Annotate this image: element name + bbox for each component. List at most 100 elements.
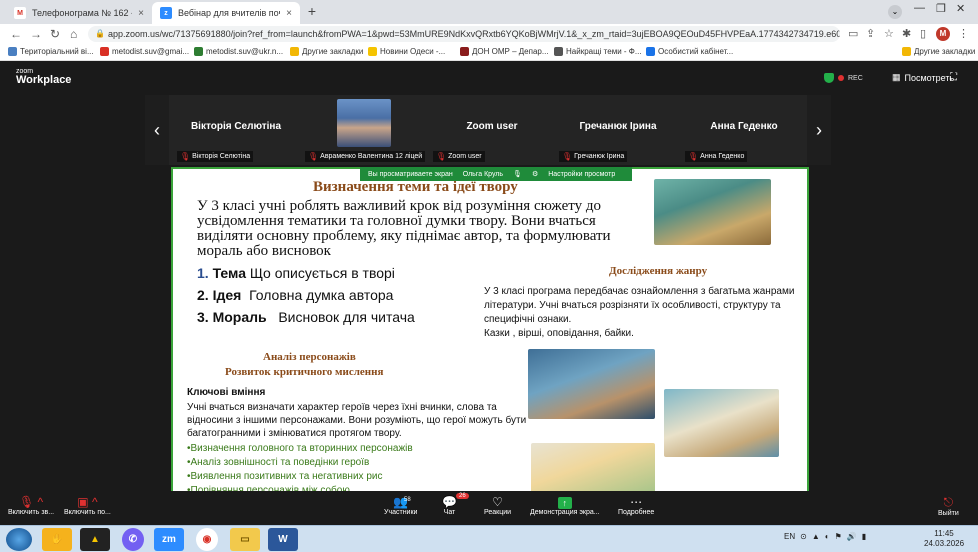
screen-share-banner: Вы просматриваете экран Ольга Круль 🎙 ⚙ … [360,167,632,181]
bookmark-star-icon[interactable]: ☆ [884,27,894,40]
start-video-button[interactable]: ▣ ^ Включить по... [64,495,111,516]
word-icon[interactable]: W [268,528,298,551]
tab-gmail[interactable]: M Телефонограма № 162 - вебінар × [6,2,152,24]
bookmark-item[interactable]: Особистий кабінет... [646,47,733,56]
view-settings-button[interactable]: Настройки просмотр [548,171,615,178]
menu-icon[interactable]: ⋮ [958,27,969,40]
site-icon [646,47,655,56]
bookmark-folder[interactable]: Другие закладки [290,47,363,56]
unmute-button[interactable]: 🎙 ^ Включить зв... [8,495,54,516]
heart-icon: ♡ [492,495,503,509]
sidebar-icon[interactable]: ▯ [920,27,926,40]
tray-icon[interactable]: ◐ [825,532,830,541]
view-button[interactable]: ▦ Посмотреть [892,72,954,83]
fairy-tale-illustration [531,443,655,493]
bookmark-item[interactable]: Новини Одеси -... [368,47,445,56]
participant-tile[interactable]: Zoom user 🎙 Zoom user [429,95,555,165]
participants-button[interactable]: 👥 58 Участники [384,495,417,516]
clock[interactable]: 11:45 24.03.2026 [924,529,964,549]
analysis-heading: Аналіз персонажів [263,351,356,363]
lock-icon: 🔒 [95,29,105,38]
participant-strip: ‹ Вікторія Селютіна 🎙 Вікторія Селютіна 🎙… [145,95,831,165]
close-tab-icon[interactable]: × [138,8,144,19]
zoom-header: zoom Workplace REC ▦ Посмотреть ⛶ [0,61,978,95]
share-screen-button[interactable]: ↑ Демонстрация экра... [530,495,600,516]
more-button[interactable]: ⋯ Подробнее [618,495,654,516]
zoom-toolbar: 🎙 ^ Включить зв... ▣ ^ Включить по... 👥 … [0,491,978,525]
share-icon[interactable]: ⇪ [866,27,875,40]
definition-item: 3. Мораль Висновок для читача [197,309,415,325]
key-skills-text: Учні вчаться визначати характер героїв ч… [187,402,527,439]
tab-title: Вебінар для вчителів почат [178,8,280,18]
tray-icon[interactable]: ▲ [812,532,820,541]
viber-icon[interactable]: ✆ [122,528,144,551]
mic-icon: 🎙 [513,171,522,178]
bookmarks-bar: Територіальний ві... metodist.suv@gmai..… [0,44,978,61]
close-tab-icon[interactable]: × [286,8,292,19]
folder-icon [290,47,299,56]
forward-icon[interactable]: → [30,27,42,41]
participant-tile[interactable]: Гречанюк Ірина 🎙 Гречанюк Ірина [555,95,681,165]
tab-zoom[interactable]: z Вебінар для вчителів почат × [152,2,300,24]
reactions-button[interactable]: ♡ Реакции [484,495,511,516]
chat-icon: 💬 [442,495,457,509]
bookmark-folder[interactable]: Другие закладки [902,47,975,56]
back-icon[interactable]: ← [10,27,22,41]
screen-share-icon[interactable]: ▭ [848,27,858,40]
profile-avatar[interactable]: M [936,27,950,41]
shield-icon [824,73,834,83]
new-tab-button[interactable]: + [304,4,320,20]
prev-page-button[interactable]: ‹ [145,95,169,165]
animals-illustration [528,349,655,419]
gmail-icon [100,47,109,56]
forest-book-illustration [654,179,771,245]
extensions-icon[interactable]: ✱ [902,27,911,40]
shared-screen: Визначення теми та ідеї твору У 3 класі … [171,167,809,527]
fullscreen-icon[interactable]: ⛶ [950,72,957,83]
folder-icon[interactable]: ▭ [230,528,260,551]
close-window-icon[interactable]: ✕ [956,2,965,15]
app-icon[interactable]: ✋ [42,528,72,551]
news-icon [368,47,377,56]
home-icon[interactable]: ⌂ [70,27,77,41]
settings-icon[interactable]: ⚙ [532,170,538,178]
volume-icon[interactable]: 🔊 [847,532,857,541]
tray-icon[interactable]: ⊙ [800,532,807,541]
participant-tile[interactable]: Вікторія Селютіна 🎙 Вікторія Селютіна [173,95,299,165]
recording-indicator: REC [824,73,863,83]
bookmark-item[interactable]: metodist.suv@ukr.n... [194,47,283,56]
chat-button[interactable]: 💬 26 Чат [442,493,469,516]
url-text: app.zoom.us/wc/71375691880/join?ref_from… [108,29,840,39]
reload-icon[interactable]: ↻ [50,27,60,41]
open-book-illustration [664,389,779,457]
more-icon: ⋯ [630,495,643,509]
video-off-icon: ▣ ^ [77,495,98,509]
tab-title: Телефонограма № 162 - вебінар [32,8,132,18]
tray-icon[interactable]: ⚑ [835,532,842,541]
chrome-icon[interactable]: ◉ [196,528,218,551]
mic-muted-icon: 🎙 [688,152,699,161]
bullet-item: •Аналіз зовнішності та поведінки героїв [187,457,370,468]
bookmark-item[interactable]: metodist.suv@gmai... [100,47,189,56]
slide-title: Визначення теми та ідеї твору [313,179,518,195]
windows-taskbar: ✋ ▲ ✆ zm ◉ ▭ W EN ⊙ ▲ ◐ ⚑ 🔊 ▮ 11:45 24.0… [0,525,978,552]
start-button[interactable] [6,528,32,551]
participant-tile[interactable]: Анна Геденко 🎙 Анна Геденко [681,95,807,165]
minimize-icon[interactable]: — [914,2,925,14]
zoom-app-icon[interactable]: zm [154,528,184,551]
url-field[interactable]: 🔒 app.zoom.us/wc/71375691880/join?ref_fr… [88,26,840,42]
bookmark-item[interactable]: ДОН ОМР – Депар... [460,47,549,56]
app-icon[interactable]: ▲ [80,528,110,551]
leave-icon: ⎋ [943,495,954,509]
definition-item: 1. Тема Що описується в творі [197,265,395,281]
zoom-icon: z [160,7,172,19]
participant-tile[interactable]: 🎙 Авраменко Валентина 12 ліцей [301,95,427,165]
network-icon[interactable]: ▮ [862,532,866,541]
tab-search-icon[interactable]: ⌄ [888,5,902,19]
leave-button[interactable]: ⎋ Выйти [938,495,959,517]
system-tray: EN ⊙ ▲ ◐ ⚑ 🔊 ▮ [784,532,867,541]
maximize-icon[interactable]: ❐ [936,2,946,15]
bookmark-item[interactable]: Територіальний ві... [8,47,94,56]
next-page-button[interactable]: › [807,95,831,165]
bookmark-item[interactable]: Найкращі теми - Ф... [554,47,642,56]
